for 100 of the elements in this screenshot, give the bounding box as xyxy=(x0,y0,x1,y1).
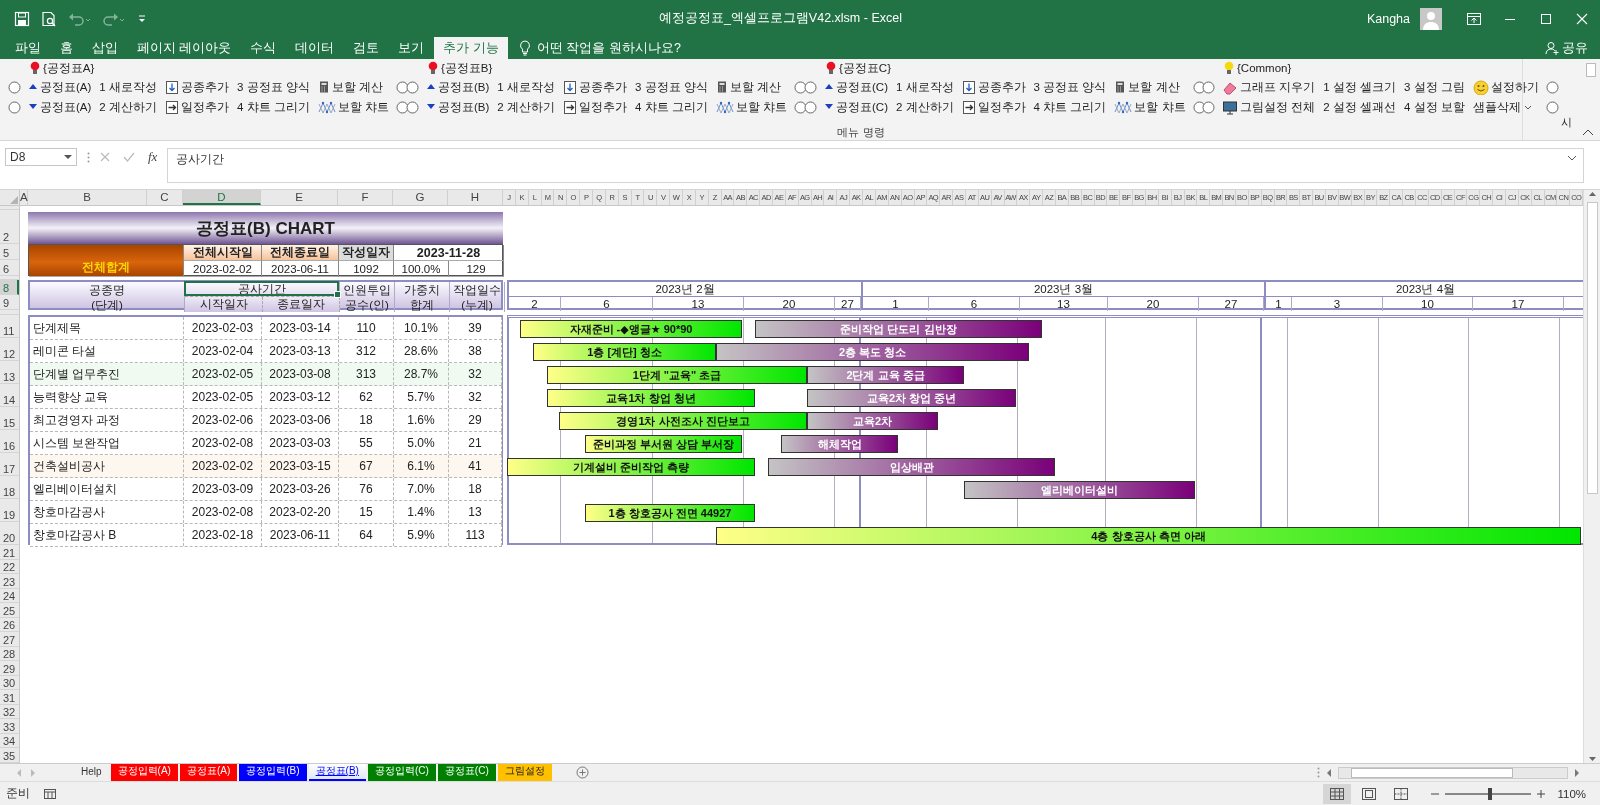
radio-button[interactable] xyxy=(793,100,807,114)
menu-tab[interactable]: 홈 xyxy=(51,37,82,59)
page-layout-icon[interactable] xyxy=(1361,786,1378,801)
ribbon-button[interactable]: 공정표(C) xyxy=(823,78,889,96)
macro-record-icon[interactable] xyxy=(44,787,56,800)
avatar-icon[interactable] xyxy=(1420,7,1442,30)
row-header[interactable]: 6 xyxy=(0,260,19,276)
row-header[interactable]: 24 xyxy=(0,588,19,603)
previous-sheet-icon[interactable] xyxy=(16,768,22,777)
scroll-left-icon[interactable] xyxy=(1326,768,1332,777)
row-header[interactable]: 22 xyxy=(0,559,19,574)
sheet-tab[interactable]: 공정표(A) xyxy=(179,763,238,781)
ribbon-button[interactable]: 공정표(B) xyxy=(425,98,491,116)
insert-function-button[interactable]: fx xyxy=(148,149,158,165)
print-preview-icon[interactable] xyxy=(41,10,57,27)
ribbon-button[interactable]: 그래프 지우기 xyxy=(1221,78,1317,96)
add-sheet-icon[interactable] xyxy=(575,766,589,779)
menu-tab[interactable]: 페이지 레이아웃 xyxy=(128,37,241,59)
radio-button[interactable] xyxy=(804,100,817,114)
caret-icon[interactable] xyxy=(64,154,72,160)
menu-tab[interactable]: 데이터 xyxy=(286,37,344,59)
row-header[interactable]: 14 xyxy=(0,384,19,407)
ribbon-button[interactable]: 보할 계산 xyxy=(316,78,390,96)
radio-button[interactable] xyxy=(804,80,817,94)
ribbon-button[interactable]: 그림설정 전체 xyxy=(1221,98,1317,116)
zoom-in-icon[interactable] xyxy=(1537,789,1546,798)
check-icon[interactable] xyxy=(123,152,135,162)
search-prompt[interactable]: 어떤 작업을 원하시나요? xyxy=(536,39,681,57)
row-header[interactable]: 25 xyxy=(0,603,19,618)
ribbon-button[interactable]: 보할 계산 xyxy=(1113,78,1187,96)
row-header[interactable]: 31 xyxy=(0,690,19,705)
ribbon-button[interactable]: 보할 계산 xyxy=(714,78,788,96)
ribbon-button[interactable]: 설정하기 xyxy=(1471,78,1540,96)
normal-view-icon[interactable] xyxy=(1329,786,1346,801)
radio-button[interactable] xyxy=(793,80,807,94)
menu-tab[interactable]: 검토 xyxy=(344,37,389,59)
column-header[interactable]: A xyxy=(20,190,28,205)
radio-button[interactable] xyxy=(406,80,419,94)
scrollbar-thumb[interactable] xyxy=(1351,767,1513,778)
more-icon[interactable] xyxy=(87,152,90,163)
row-header[interactable]: 17 xyxy=(0,453,19,476)
row-header[interactable]: 27 xyxy=(0,632,19,647)
sheet-tab[interactable]: 공정입력(B) xyxy=(239,763,307,781)
ribbon-button[interactable]: 2 계산하기 xyxy=(894,98,955,116)
ribbon-button[interactable]: 보할 챠트 xyxy=(316,98,390,116)
ribbon-button[interactable]: 공정표(A) xyxy=(27,98,93,116)
sheet-tab[interactable]: 공정표(B) xyxy=(308,763,366,781)
ribbon-button[interactable]: 공정표(B) xyxy=(425,78,491,96)
ribbon-button[interactable]: 공종추가 xyxy=(561,78,628,96)
ribbon-button[interactable]: 일정추가 xyxy=(561,98,628,116)
radio-button[interactable] xyxy=(406,100,419,114)
ribbon-button[interactable]: 4 설정 보할 xyxy=(1403,98,1466,116)
radio-button[interactable] xyxy=(8,100,21,114)
ribbon-button[interactable]: 2 설정 셀괘선 xyxy=(1322,98,1397,116)
more-icon[interactable] xyxy=(1317,767,1320,778)
ribbon-button[interactable]: 보할 챠트 xyxy=(714,98,788,116)
ribbon-button[interactable]: 공정표(C) xyxy=(823,98,889,116)
zoom-level[interactable]: 110% xyxy=(1557,787,1586,800)
column-header[interactable]: F xyxy=(338,190,393,205)
ribbon-button[interactable]: 1 새로작성 xyxy=(894,78,955,96)
row-header[interactable]: 21 xyxy=(0,545,19,560)
ribbon-dropdown[interactable]: 샘플삭제 xyxy=(1471,98,1540,116)
ribbon-button[interactable]: 1 설정 셀크기 xyxy=(1322,78,1397,96)
ribbon-button[interactable]: 일정추가 xyxy=(960,98,1027,116)
sheet-tab[interactable]: 공정표(C) xyxy=(437,763,496,781)
ribbon-button[interactable]: 1 새로작성 xyxy=(496,78,556,96)
scrollbar-thumb[interactable] xyxy=(1586,202,1598,494)
row-header[interactable]: 30 xyxy=(0,675,19,690)
formula-field[interactable]: 공사기간 xyxy=(167,148,1584,183)
sheet-tab[interactable]: 공정입력(C) xyxy=(367,763,436,781)
expand-icon[interactable] xyxy=(1567,155,1577,161)
ribbon-button[interactable]: 3 공정표 양식 xyxy=(633,78,709,96)
row-header[interactable]: 11 xyxy=(0,315,19,338)
column-header[interactable]: H xyxy=(448,190,503,205)
ribbon-button[interactable]: 3 공정표 양식 xyxy=(1032,78,1108,96)
radio-button[interactable] xyxy=(1202,100,1215,114)
row-header[interactable]: 33 xyxy=(0,719,19,734)
menu-tab[interactable]: 보기 xyxy=(389,37,434,59)
row-header[interactable]: 29 xyxy=(0,661,19,676)
row-header[interactable]: 8 xyxy=(0,280,19,295)
row-header[interactable]: 5 xyxy=(0,244,19,260)
ribbon-button[interactable]: 보할 챠트 xyxy=(1113,98,1187,116)
menu-tab[interactable]: 파일 xyxy=(6,37,50,59)
menu-tab[interactable]: 삽입 xyxy=(83,37,127,59)
row-header[interactable]: 13 xyxy=(0,361,19,384)
row-header[interactable]: 19 xyxy=(0,499,19,522)
ribbon-button[interactable]: 4 챠트 그리기 xyxy=(235,98,311,116)
column-header[interactable]: G xyxy=(393,190,448,205)
ribbon-button[interactable]: 공종추가 xyxy=(960,78,1027,96)
page-break-icon[interactable] xyxy=(1393,786,1410,801)
radio-button[interactable] xyxy=(1545,100,1559,114)
radio-button[interactable] xyxy=(395,80,409,94)
row-header[interactable]: 12 xyxy=(0,338,19,361)
radio-button[interactable] xyxy=(1545,80,1559,94)
column-header[interactable]: B xyxy=(28,190,147,205)
share-button[interactable]: 공유 xyxy=(1533,37,1600,59)
row-header[interactable]: 23 xyxy=(0,574,19,589)
ribbon-button[interactable]: 4 챠트 그리기 xyxy=(1032,98,1108,116)
slider-thumb[interactable] xyxy=(1488,787,1493,800)
ribbon-button[interactable]: 2 계산하기 xyxy=(98,98,158,116)
